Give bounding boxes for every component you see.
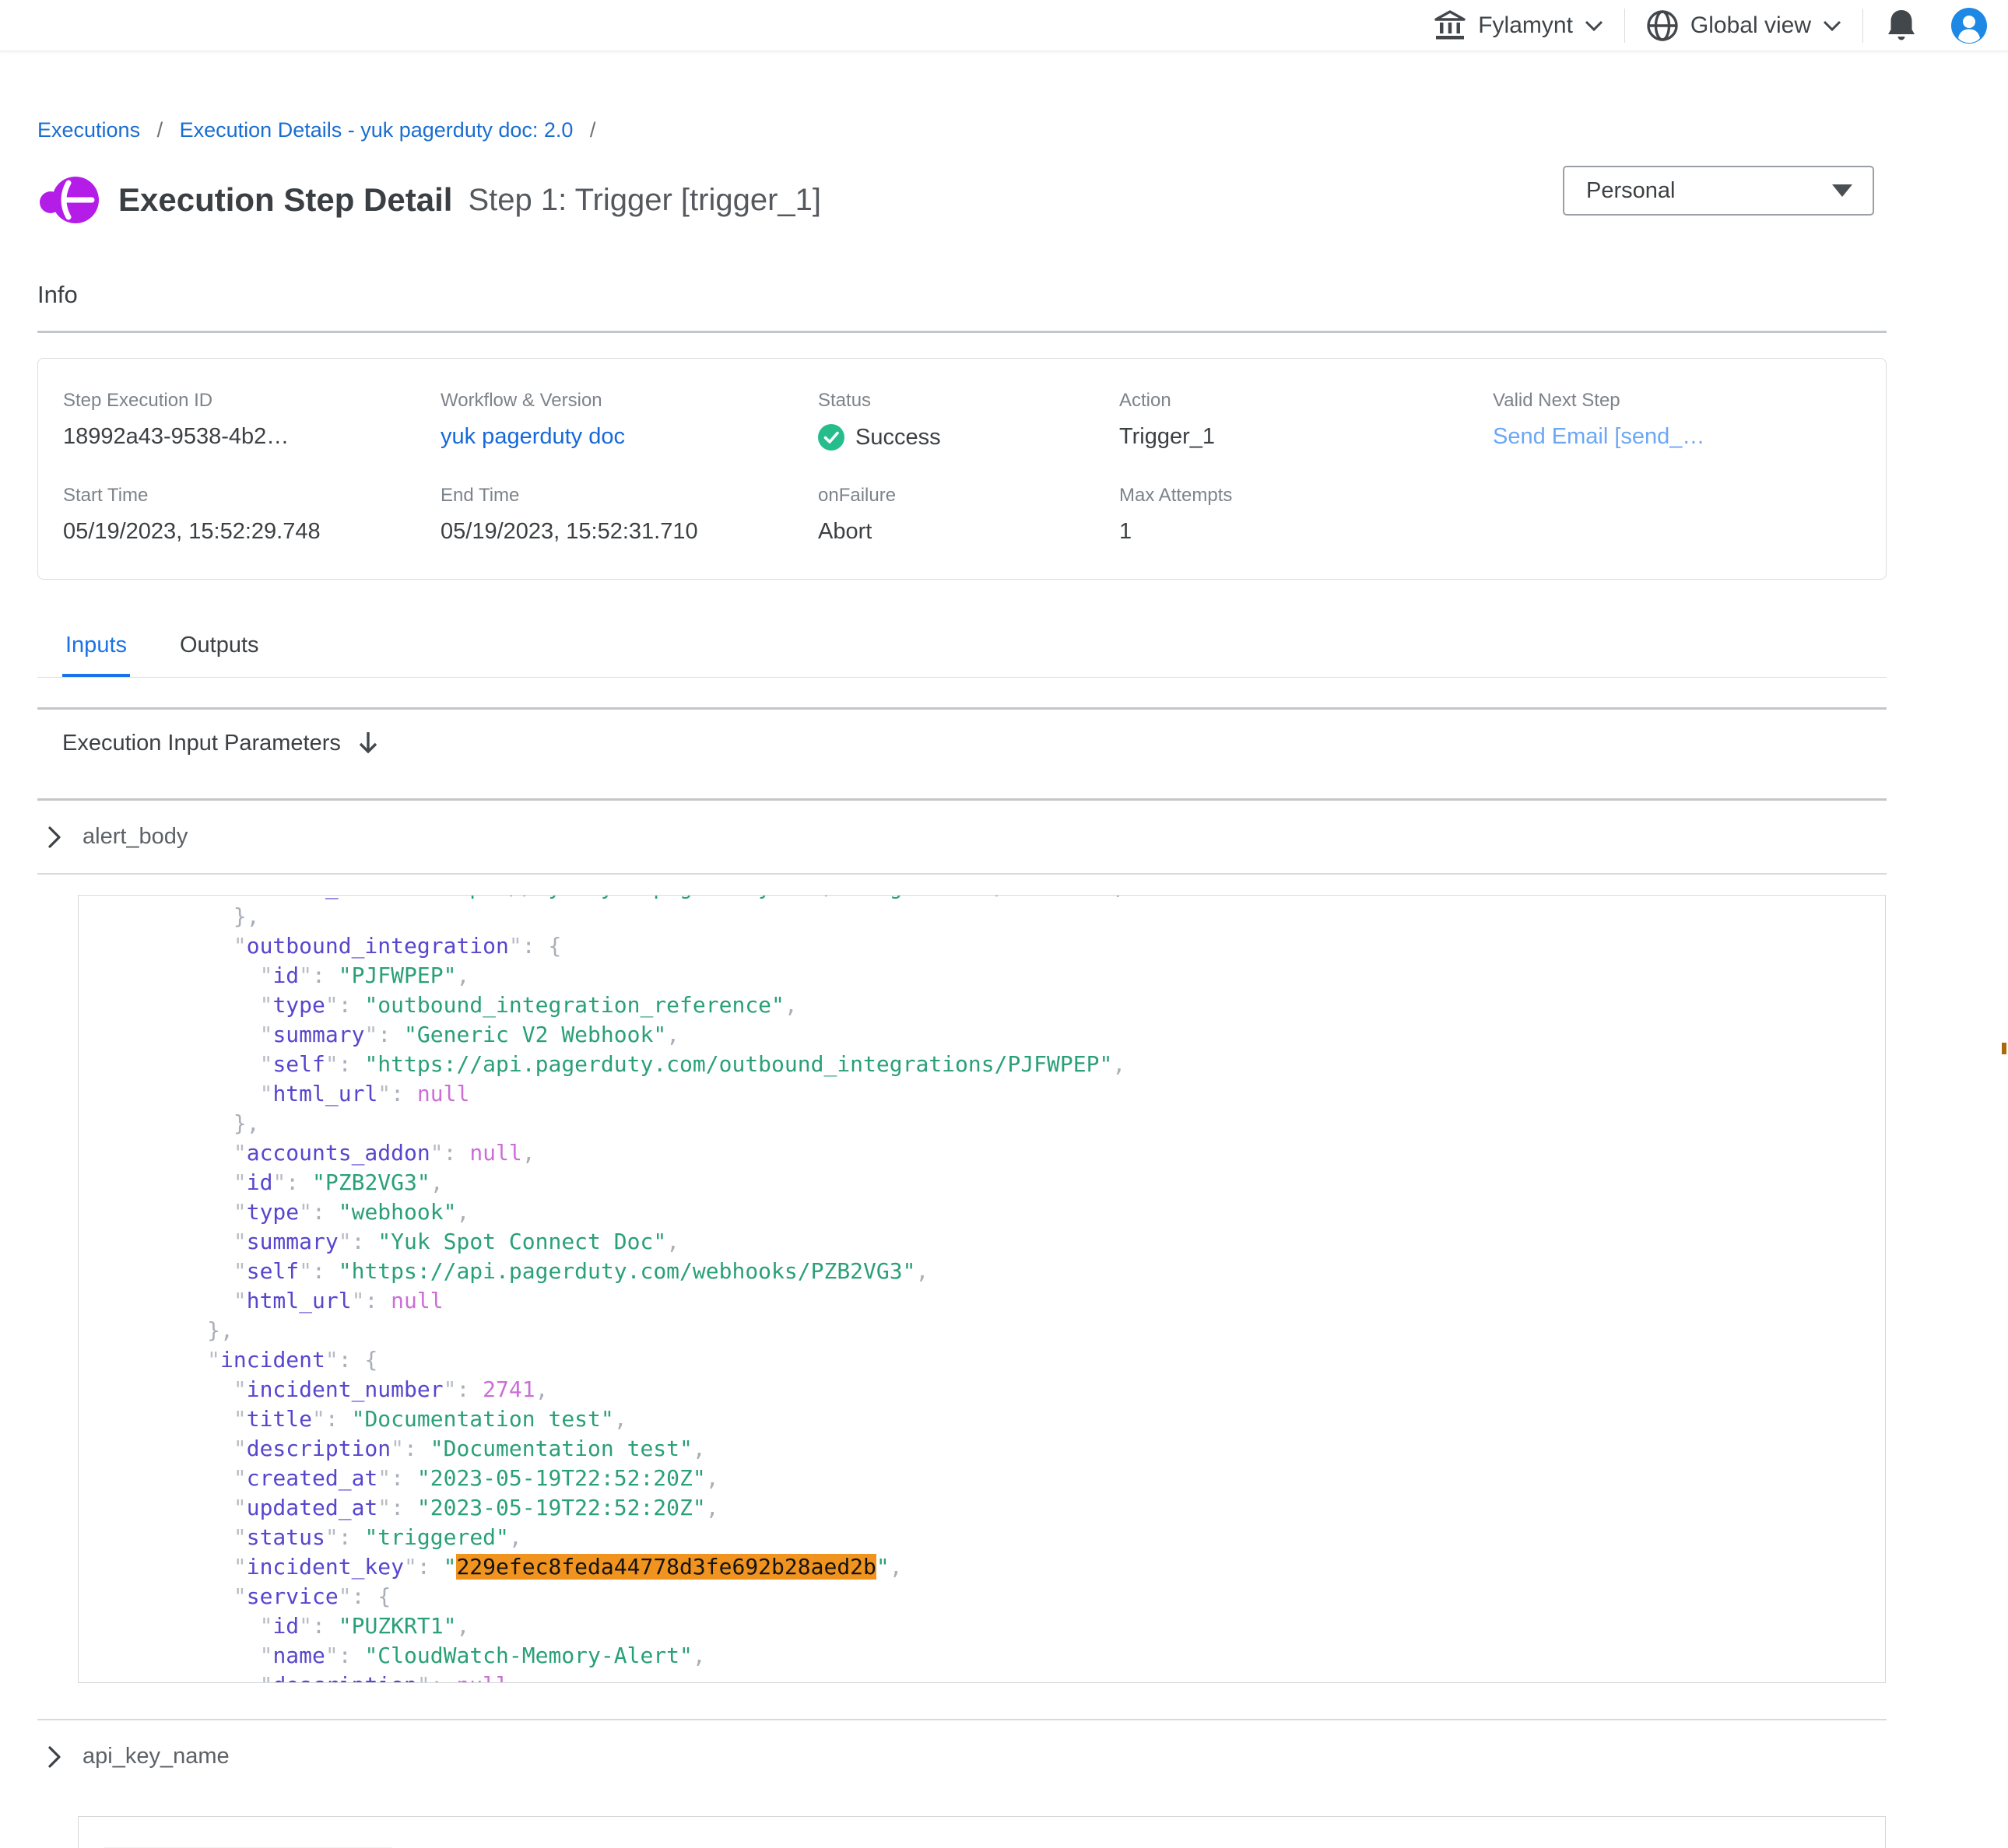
- select-caret-icon: [1832, 184, 1852, 197]
- field-max-attempts: Max Attempts 1: [1119, 485, 1493, 545]
- fylamynt-logo-icon: [37, 172, 101, 228]
- field-status: Status Success: [818, 390, 1119, 451]
- param-row-api-key-name[interactable]: api_key_name: [37, 1720, 1887, 1793]
- row-divider: [37, 873, 1887, 875]
- field-action: Action Trigger_1: [1119, 390, 1493, 451]
- main-content: Executions / Execution Details - yuk pag…: [37, 51, 1887, 1848]
- view-switcher[interactable]: Global view: [1625, 9, 1862, 43]
- execution-input-parameters-header: Execution Input Parameters: [37, 710, 1887, 777]
- tab-bar: Inputs Outputs: [37, 622, 1887, 678]
- tab-outputs[interactable]: Outputs: [177, 622, 262, 677]
- param-row-alert-body[interactable]: alert_body: [37, 801, 1887, 873]
- breadcrumb-executions[interactable]: Executions: [37, 118, 140, 142]
- view-label: Global view: [1690, 12, 1811, 39]
- field-start-time: Start Time 05/19/2023, 15:52:29.748: [63, 485, 441, 545]
- info-divider: [37, 331, 1887, 333]
- chevron-right-icon: [47, 1745, 62, 1769]
- scope-select-value: Personal: [1586, 178, 1675, 204]
- execution-input-parameters-title: Execution Input Parameters: [62, 731, 341, 756]
- chevron-down-icon: [1822, 19, 1842, 32]
- page-title: Execution Step Detail: [118, 181, 452, 219]
- title-row: Execution Step Detail Step 1: Trigger [t…: [37, 169, 1887, 231]
- field-step-execution-id: Step Execution ID 18992a43-9538-4b2…: [63, 390, 441, 451]
- org-label: Fylamynt: [1478, 12, 1573, 39]
- param-label: api_key_name: [82, 1744, 230, 1769]
- status-text: Success: [855, 425, 941, 451]
- api-key-name-value-box: documentation api key: [78, 1816, 1886, 1848]
- param-label: alert_body: [82, 824, 188, 850]
- field-workflow-version: Workflow & Version yuk pagerduty doc: [441, 390, 818, 451]
- workflow-link[interactable]: yuk pagerduty doc: [441, 424, 818, 450]
- org-switcher[interactable]: Fylamynt: [1413, 9, 1624, 43]
- chevron-right-icon: [47, 826, 62, 849]
- page-subtitle: Step 1: Trigger [trigger_1]: [468, 183, 821, 218]
- chevron-down-icon: [1584, 19, 1604, 32]
- breadcrumb-execution-details[interactable]: Execution Details - yuk pagerduty doc: 2…: [180, 118, 574, 142]
- breadcrumb-separator: /: [590, 118, 596, 142]
- json-code: "html_url": "https://fylamynt.pagerduty.…: [128, 895, 1885, 1683]
- json-code-viewer[interactable]: "html_url": "https://fylamynt.pagerduty.…: [78, 895, 1886, 1683]
- next-step-link[interactable]: Send Email [send_…: [1493, 424, 1886, 450]
- info-card: Step Execution ID 18992a43-9538-4b2… Wor…: [37, 358, 1887, 580]
- notifications-bell-icon[interactable]: [1885, 8, 1918, 44]
- download-arrow-icon[interactable]: [356, 730, 380, 756]
- top-header: Fylamynt Global view: [0, 0, 2008, 51]
- breadcrumb: Executions / Execution Details - yuk pag…: [37, 51, 1887, 142]
- breadcrumb-separator: /: [157, 118, 163, 142]
- scope-select[interactable]: Personal: [1563, 166, 1874, 216]
- success-check-icon: [818, 424, 844, 451]
- info-heading: Info: [37, 281, 1887, 309]
- field-end-time: End Time 05/19/2023, 15:52:31.710: [441, 485, 818, 545]
- tab-inputs[interactable]: Inputs: [62, 622, 130, 677]
- user-avatar[interactable]: [1950, 7, 1988, 44]
- globe-icon: [1645, 9, 1680, 43]
- bank-icon: [1433, 9, 1467, 43]
- field-onfailure: onFailure Abort: [818, 485, 1119, 545]
- find-match-scroll-marker: [2002, 1043, 2006, 1054]
- field-valid-next-step: Valid Next Step Send Email [send_…: [1493, 390, 1886, 451]
